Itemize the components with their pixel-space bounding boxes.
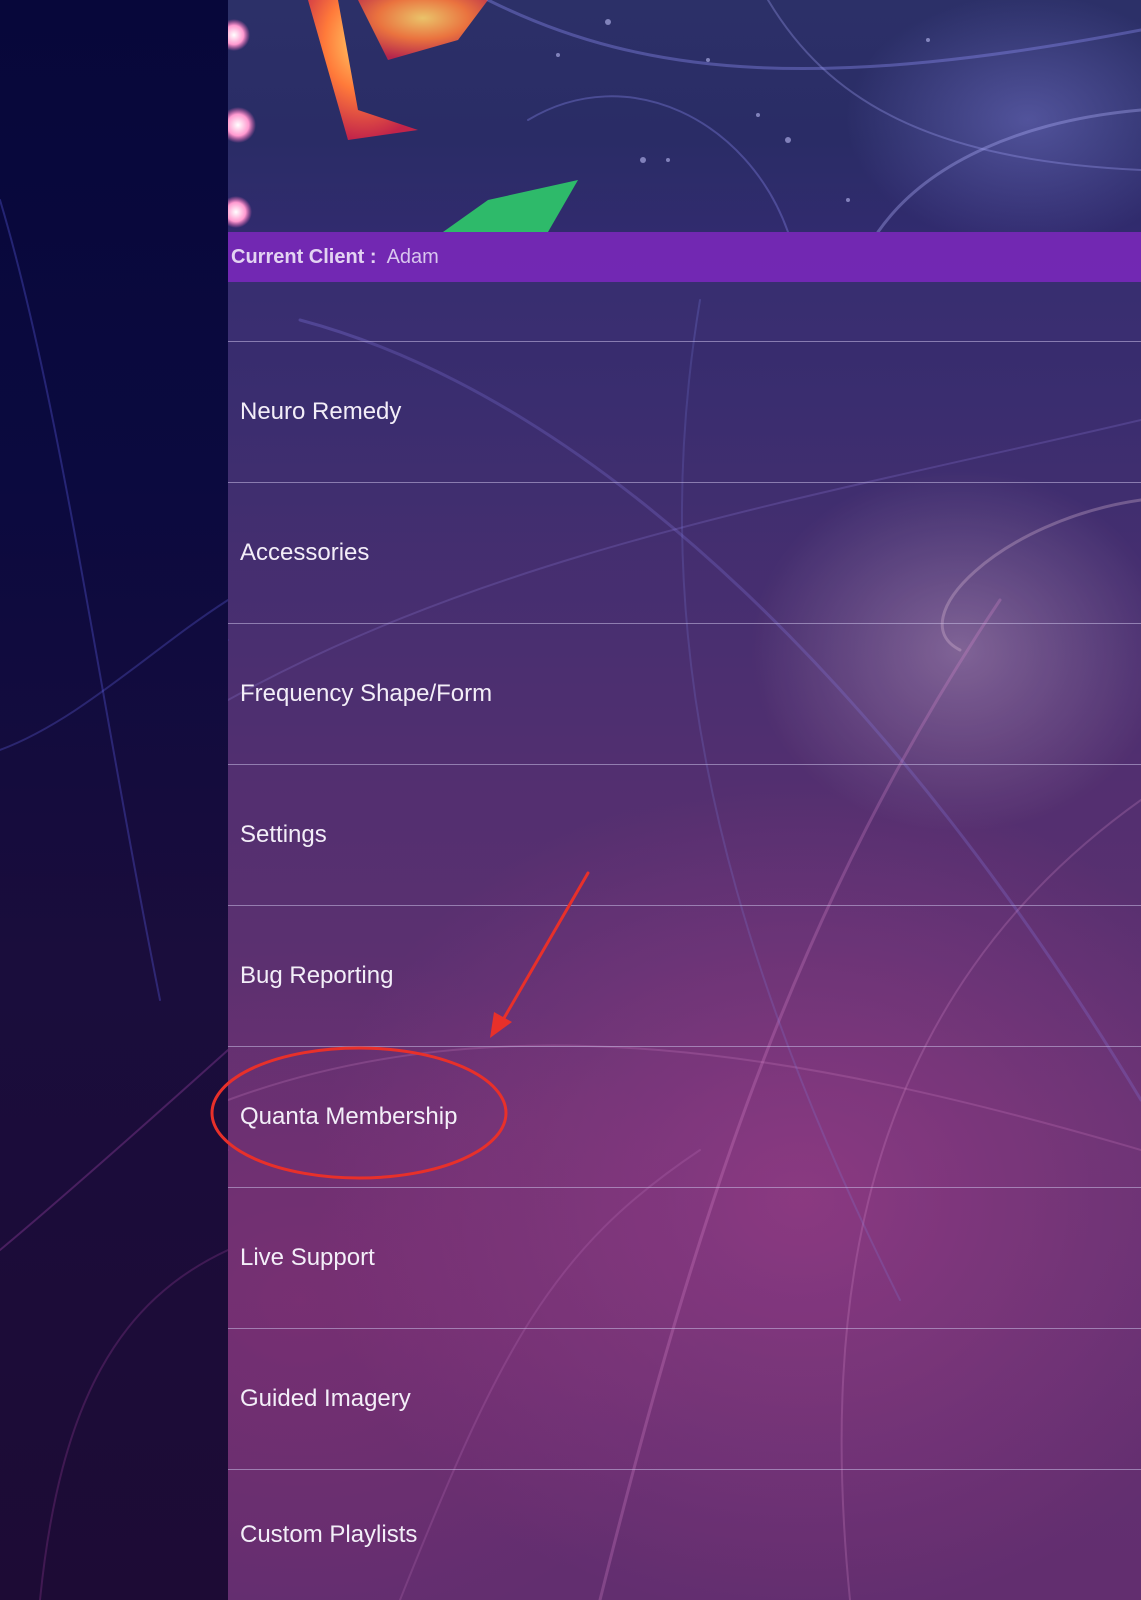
main-menu-list: Neuro Remedy Accessories Frequency Shape… (228, 282, 1141, 1600)
app-screen: Current Client : Adam Neuro Remedy Acces… (0, 0, 1141, 1600)
menu-item-label: Neuro Remedy (240, 398, 402, 425)
menu-item-label: Custom Playlists (240, 1521, 418, 1548)
menu-item-label: Live Support (240, 1244, 375, 1271)
menu-item-frequency-shape-form[interactable]: Frequency Shape/Form (228, 624, 1141, 765)
menu-item-neuro-remedy[interactable]: Neuro Remedy (228, 342, 1141, 483)
menu-item-quanta-membership[interactable]: Quanta Membership (228, 1047, 1141, 1188)
left-panel-streaks (0, 199, 229, 1600)
header-banner-image (228, 0, 1141, 232)
menu-item-accessories[interactable]: Accessories (228, 483, 1141, 624)
menu-item-live-support[interactable]: Live Support (228, 1188, 1141, 1329)
menu-item-bug-reporting[interactable]: Bug Reporting (228, 906, 1141, 1047)
menu-item-label: Settings (240, 821, 327, 848)
menu-item-label: Quanta Membership (240, 1103, 458, 1130)
menu-item-label: Frequency Shape/Form (240, 680, 493, 707)
left-panel (0, 0, 229, 1600)
menu-item-label: Bug Reporting (240, 962, 394, 989)
current-client-name: Adam (386, 245, 439, 268)
menu-item-label: Guided Imagery (240, 1385, 411, 1412)
menu-header-row (228, 282, 1141, 342)
current-client-label: Current Client : (231, 245, 377, 268)
menu-item-settings[interactable]: Settings (228, 765, 1141, 906)
current-client-bar: Current Client : Adam (228, 232, 1141, 282)
menu-item-guided-imagery[interactable]: Guided Imagery (228, 1329, 1141, 1470)
menu-item-label: Accessories (240, 539, 370, 566)
menu-item-custom-playlists[interactable]: Custom Playlists (228, 1470, 1141, 1600)
cosmic-artwork (228, 0, 1141, 232)
